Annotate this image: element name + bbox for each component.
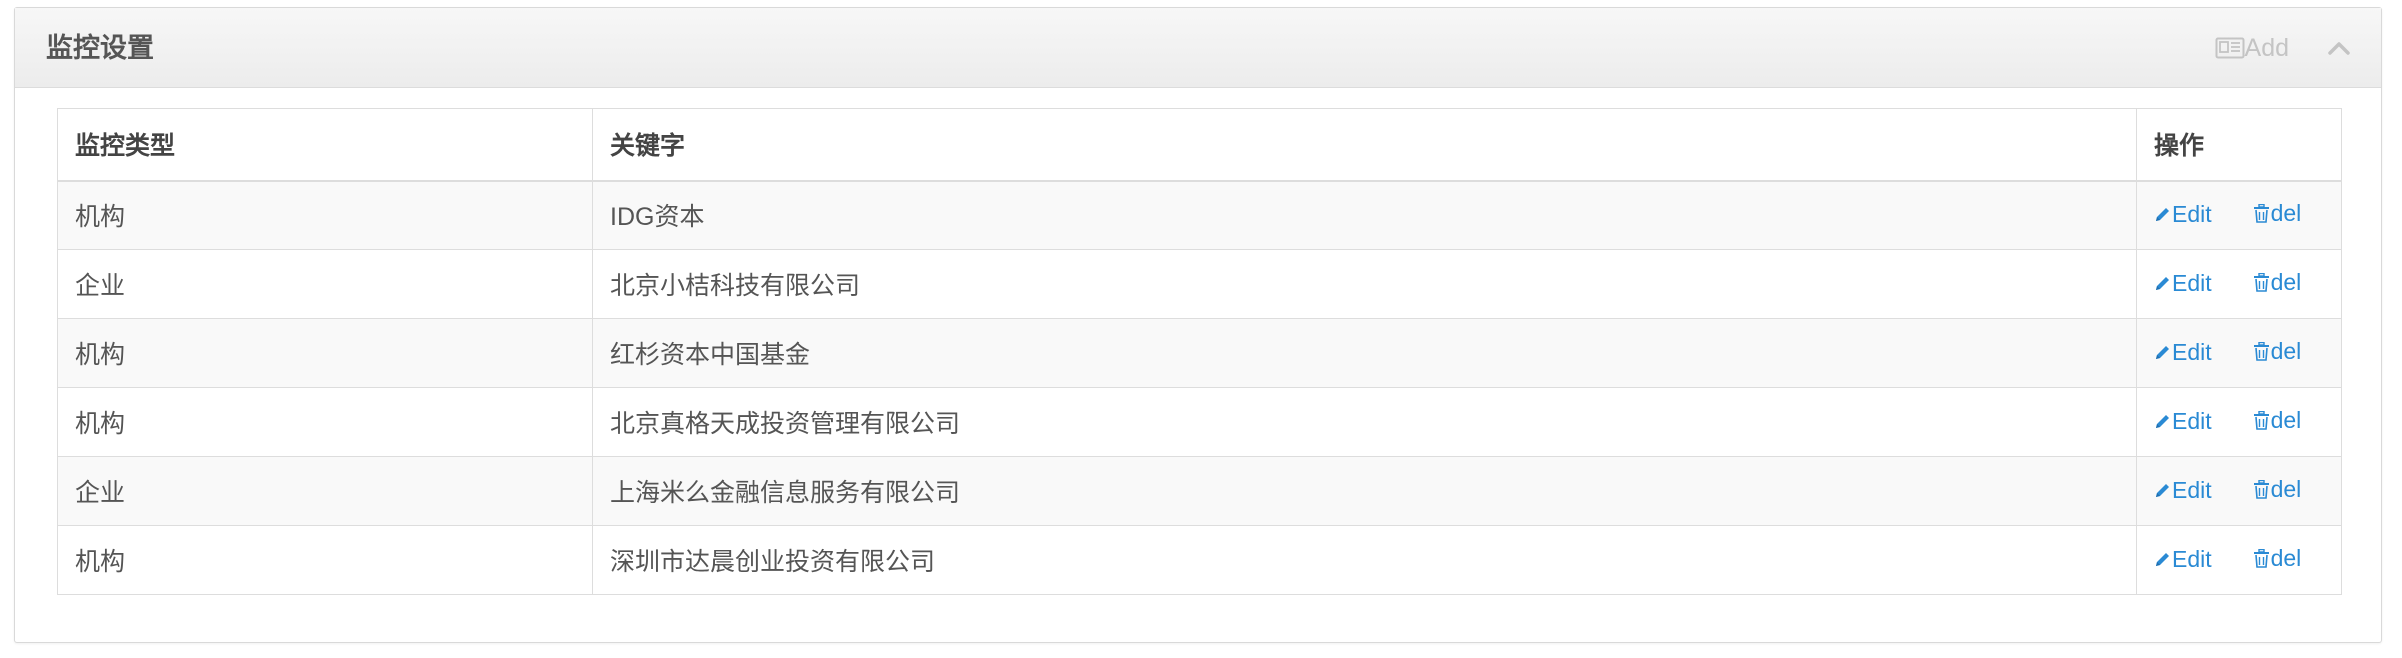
cell-type: 企业 — [57, 456, 593, 526]
delete-button[interactable]: del — [2253, 200, 2302, 227]
table-header-row: 监控类型 关键字 操作 — [57, 108, 2342, 182]
delete-label: del — [2270, 338, 2302, 364]
delete-label: del — [2270, 200, 2302, 227]
edit-label: Edit — [2172, 201, 2212, 228]
collapse-button[interactable] — [2327, 40, 2351, 56]
delete-label: del — [2270, 545, 2302, 571]
delete-button[interactable]: del — [2253, 338, 2302, 365]
delete-label: del — [2270, 476, 2302, 502]
delete-button[interactable]: del — [2253, 407, 2302, 434]
edit-button[interactable]: Edit — [2154, 339, 2212, 366]
panel-header: 监控设置 Add — [15, 8, 2381, 88]
cell-actions: Edit del — [2136, 456, 2342, 526]
edit-label: Edit — [2172, 339, 2212, 365]
cell-type: 企业 — [57, 249, 593, 319]
cell-keyword: 红杉资本中国基金 — [592, 318, 2137, 388]
cell-actions: Edit del — [2136, 387, 2342, 457]
edit-label: Edit — [2172, 270, 2212, 296]
pencil-icon — [2154, 482, 2172, 499]
edit-button[interactable]: Edit — [2154, 546, 2212, 573]
pencil-icon — [2154, 206, 2172, 223]
delete-button[interactable]: del — [2253, 269, 2302, 296]
column-header-type: 监控类型 — [57, 108, 593, 182]
edit-button[interactable]: Edit — [2154, 201, 2212, 228]
delete-button[interactable]: del — [2253, 476, 2302, 503]
cell-type: 机构 — [57, 180, 593, 250]
delete-label: del — [2270, 407, 2302, 433]
panel-title: 监控设置 — [46, 33, 154, 63]
column-header-actions: 操作 — [2136, 108, 2342, 182]
table-row: 机构 深圳市达晨创业投资有限公司 Edit del — [57, 525, 2342, 595]
trash-icon — [2253, 411, 2271, 430]
edit-button[interactable]: Edit — [2154, 477, 2212, 504]
add-button[interactable]: Add — [2215, 34, 2289, 63]
trash-icon — [2253, 273, 2271, 292]
trash-icon — [2253, 480, 2271, 499]
table-row: 企业 上海米么金融信息服务有限公司 Edit del — [57, 456, 2342, 526]
edit-label: Edit — [2172, 408, 2212, 434]
cell-keyword: 北京真格天成投资管理有限公司 — [592, 387, 2137, 457]
cell-type: 机构 — [57, 318, 593, 388]
monitor-settings-panel: 监控设置 Add 监控类型 关键字 操作 机构 IDG资本 Edit del 企… — [14, 7, 2382, 643]
pencil-icon — [2154, 551, 2172, 568]
edit-label: Edit — [2172, 477, 2212, 503]
trash-icon — [2253, 204, 2271, 224]
header-actions: Add — [2215, 8, 2351, 88]
delete-label: del — [2270, 269, 2302, 295]
cell-actions: Edit del — [2136, 525, 2342, 595]
cell-actions: Edit del — [2136, 180, 2342, 250]
table-row: 企业 北京小桔科技有限公司 Edit del — [57, 249, 2342, 319]
cell-type: 机构 — [57, 387, 593, 457]
cell-actions: Edit del — [2136, 318, 2342, 388]
edit-label: Edit — [2172, 546, 2212, 572]
add-button-label: Add — [2244, 33, 2289, 62]
table-row: 机构 北京真格天成投资管理有限公司 Edit del — [57, 387, 2342, 457]
table-row: 机构 IDG资本 Edit del — [57, 180, 2342, 250]
cell-actions: Edit del — [2136, 249, 2342, 319]
column-header-keyword: 关键字 — [592, 108, 2137, 182]
trash-icon — [2253, 342, 2271, 361]
cell-type: 机构 — [57, 525, 593, 595]
cell-keyword: 北京小桔科技有限公司 — [592, 249, 2137, 319]
delete-button[interactable]: del — [2253, 545, 2302, 572]
table-row: 机构 红杉资本中国基金 Edit del — [57, 318, 2342, 388]
pencil-icon — [2154, 344, 2172, 361]
monitor-table: 监控类型 关键字 操作 机构 IDG资本 Edit del 企业 北京小桔科技有… — [57, 108, 2342, 595]
chevron-up-icon — [2327, 40, 2351, 56]
id-card-icon — [2215, 37, 2245, 59]
pencil-icon — [2154, 275, 2172, 292]
cell-keyword: 深圳市达晨创业投资有限公司 — [592, 525, 2137, 595]
edit-button[interactable]: Edit — [2154, 270, 2212, 297]
pencil-icon — [2154, 413, 2172, 430]
trash-icon — [2253, 549, 2271, 568]
edit-button[interactable]: Edit — [2154, 408, 2212, 435]
cell-keyword: IDG资本 — [592, 180, 2137, 250]
cell-keyword: 上海米么金融信息服务有限公司 — [592, 456, 2137, 526]
